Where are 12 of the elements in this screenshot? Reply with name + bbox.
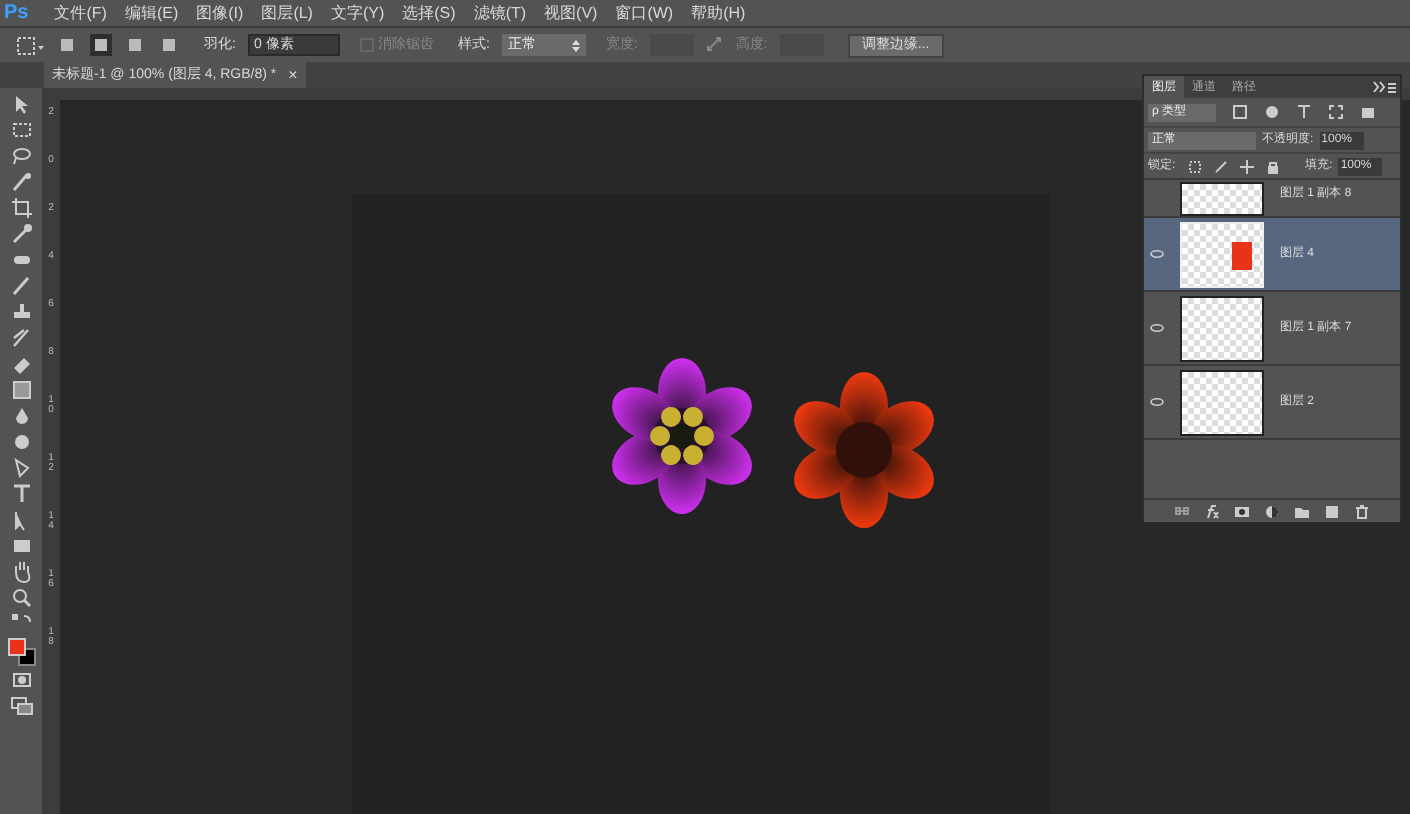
menu-item[interactable]: 编辑(E) (124, 5, 179, 21)
app-logo: Ps (4, 3, 29, 23)
menu-item[interactable]: 文件(F) (54, 5, 107, 21)
menu-item[interactable]: 图像(I) (196, 5, 244, 21)
menu-item[interactable]: 视图(V) (544, 5, 598, 21)
menu-item[interactable]: 帮助(H) (691, 5, 746, 21)
menu-item[interactable]: 图层(L) (261, 5, 313, 21)
menu-item[interactable]: 选择(S) (402, 5, 456, 21)
menu-item[interactable]: 窗口(W) (615, 5, 674, 21)
menu-item[interactable]: 滤镜(T) (473, 5, 527, 21)
menu-item[interactable]: 文字(Y) (330, 5, 385, 21)
close-button[interactable]: × (288, 67, 298, 83)
